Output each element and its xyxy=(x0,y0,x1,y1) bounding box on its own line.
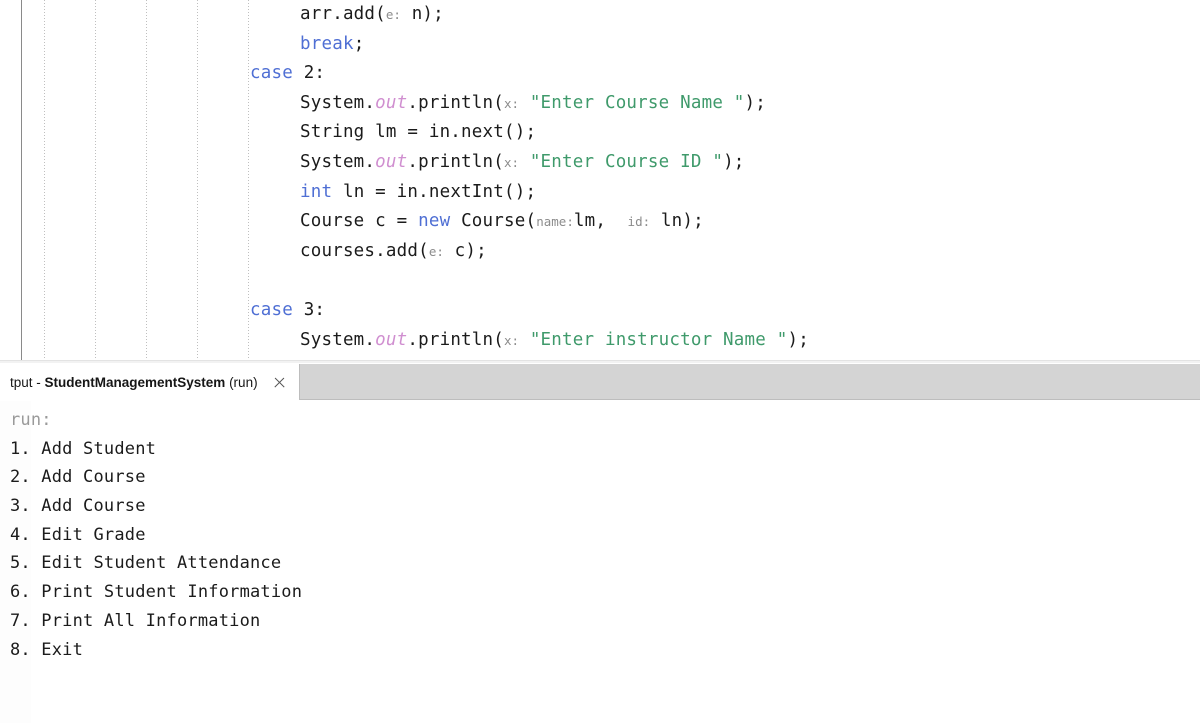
code-token-plain: .println( xyxy=(407,151,504,172)
code-editor-pane[interactable]: arr.add(e: n); break; case 2: System.out.pr… xyxy=(0,0,1200,360)
line-blank[interactable] xyxy=(0,266,1200,296)
code-token-field: out xyxy=(375,151,408,172)
code-token-hint: id: xyxy=(627,214,651,230)
output-tab-suffix: (run) xyxy=(225,374,258,390)
line-println-course-id[interactable]: System.out.println(x: "Enter Course ID "… xyxy=(0,148,1200,178)
code-token-string: "Enter Course ID " xyxy=(529,151,724,172)
code-token-plain: arr.add( xyxy=(300,4,386,24)
code-token-field: out xyxy=(375,329,408,350)
console-line: 7. Print All Information xyxy=(10,610,261,631)
code-token-keyword: break xyxy=(300,33,354,54)
output-tab-studentmanagementsystem[interactable]: tput - StudentManagementSystem (run) xyxy=(0,364,300,400)
ide-window: arr.add(e: n); break; case 2: System.out.pr… xyxy=(0,0,1200,723)
line-int-ln[interactable]: int ln = in.nextInt(); xyxy=(0,178,1200,208)
code-token-plain: lm, xyxy=(573,211,628,232)
console-line: 4. Edit Grade xyxy=(10,524,146,545)
close-icon[interactable] xyxy=(272,375,287,390)
console-line: 6. Print Student Information xyxy=(10,582,303,603)
code-token-plain: c); xyxy=(443,240,487,261)
code-token-plain: System. xyxy=(300,151,376,172)
code-token-hint: e: xyxy=(428,243,444,259)
code-token-hint: x: xyxy=(504,154,520,170)
line-string-lm[interactable]: String lm = in.next(); xyxy=(0,118,1200,148)
console-line: 3. Add Course xyxy=(10,496,146,517)
code-token-hint: e: xyxy=(385,7,401,22)
code-token-plain: Course c = xyxy=(300,211,419,232)
code-token-plain: 2: xyxy=(292,63,326,84)
line-println-course-name[interactable]: System.out.println(x: "Enter Course Name… xyxy=(0,89,1200,119)
console-line: 8. Exit xyxy=(10,639,84,660)
line-case-3[interactable]: case 3: xyxy=(0,296,1200,326)
output-tab-project-name: StudentManagementSystem xyxy=(44,374,226,390)
code-token-hint: x: xyxy=(504,95,520,111)
code-token-string: "Enter instructor Name " xyxy=(529,329,788,350)
line-println-instructor-name[interactable]: System.out.println(x: "Enter instructor … xyxy=(0,326,1200,356)
code-token-plain: courses.add( xyxy=(300,240,429,261)
code-token-plain: ln); xyxy=(650,211,704,232)
line-courses-add[interactable]: courses.add(e: c); xyxy=(0,237,1200,267)
output-tab-title: tput - StudentManagementSystem (run) xyxy=(10,375,258,390)
code-token-keyword: case xyxy=(250,63,293,84)
line-case-2[interactable]: case 2: xyxy=(0,59,1200,89)
code-token-plain: .println( xyxy=(407,329,504,350)
code-token-plain: ); xyxy=(723,151,745,172)
code-token-plain: Course( xyxy=(450,211,537,232)
code-token-keyword: case xyxy=(250,299,293,320)
console-line: run: xyxy=(10,410,52,430)
code-token-hint: name: xyxy=(536,214,574,230)
code-token-field: out xyxy=(375,92,408,113)
code-token-plain: System. xyxy=(300,329,376,350)
code-token-plain: System. xyxy=(300,92,376,113)
code-token-plain: n); xyxy=(400,4,444,24)
code-token-plain: ); xyxy=(787,329,809,350)
code-line-list[interactable]: arr.add(e: n); break; case 2: System.out.pr… xyxy=(0,0,1200,355)
code-token-keyword: new xyxy=(418,211,451,232)
code-token-plain: .println( xyxy=(407,92,504,113)
code-token-hint: x: xyxy=(504,332,520,348)
line-new-course[interactable]: Course c = new Course(name:lm, id: ln); xyxy=(0,207,1200,237)
code-token-plain: 3: xyxy=(292,299,326,320)
output-window-divider xyxy=(0,360,1200,363)
output-window: tput - StudentManagementSystem (run) run… xyxy=(0,360,1200,723)
output-tab-bar[interactable]: tput - StudentManagementSystem (run) xyxy=(0,364,1200,400)
console-line: 5. Edit Student Attendance xyxy=(10,553,282,574)
code-token-plain: ); xyxy=(744,92,767,113)
console-line: 2. Add Course xyxy=(10,467,146,488)
code-token-string: "Enter Course Name " xyxy=(529,92,745,113)
code-token-plain: ln = in.nextInt(); xyxy=(332,181,537,202)
line-break[interactable]: break; xyxy=(0,30,1200,60)
code-token-plain: String lm = in.next(); xyxy=(300,122,537,143)
console-line-list: run: 1. Add Student 2. Add Course 3. Add Co… xyxy=(10,406,1190,664)
console-line: 1. Add Student xyxy=(10,438,157,459)
output-tab-prefix: tput - xyxy=(10,374,45,390)
line-arr-add[interactable]: arr.add(e: n); xyxy=(0,0,1200,30)
code-token-plain: ; xyxy=(353,33,365,54)
console-output-area[interactable]: run: 1. Add Student 2. Add Course 3. Add Co… xyxy=(0,401,1200,723)
code-token-keyword: int xyxy=(300,181,333,202)
